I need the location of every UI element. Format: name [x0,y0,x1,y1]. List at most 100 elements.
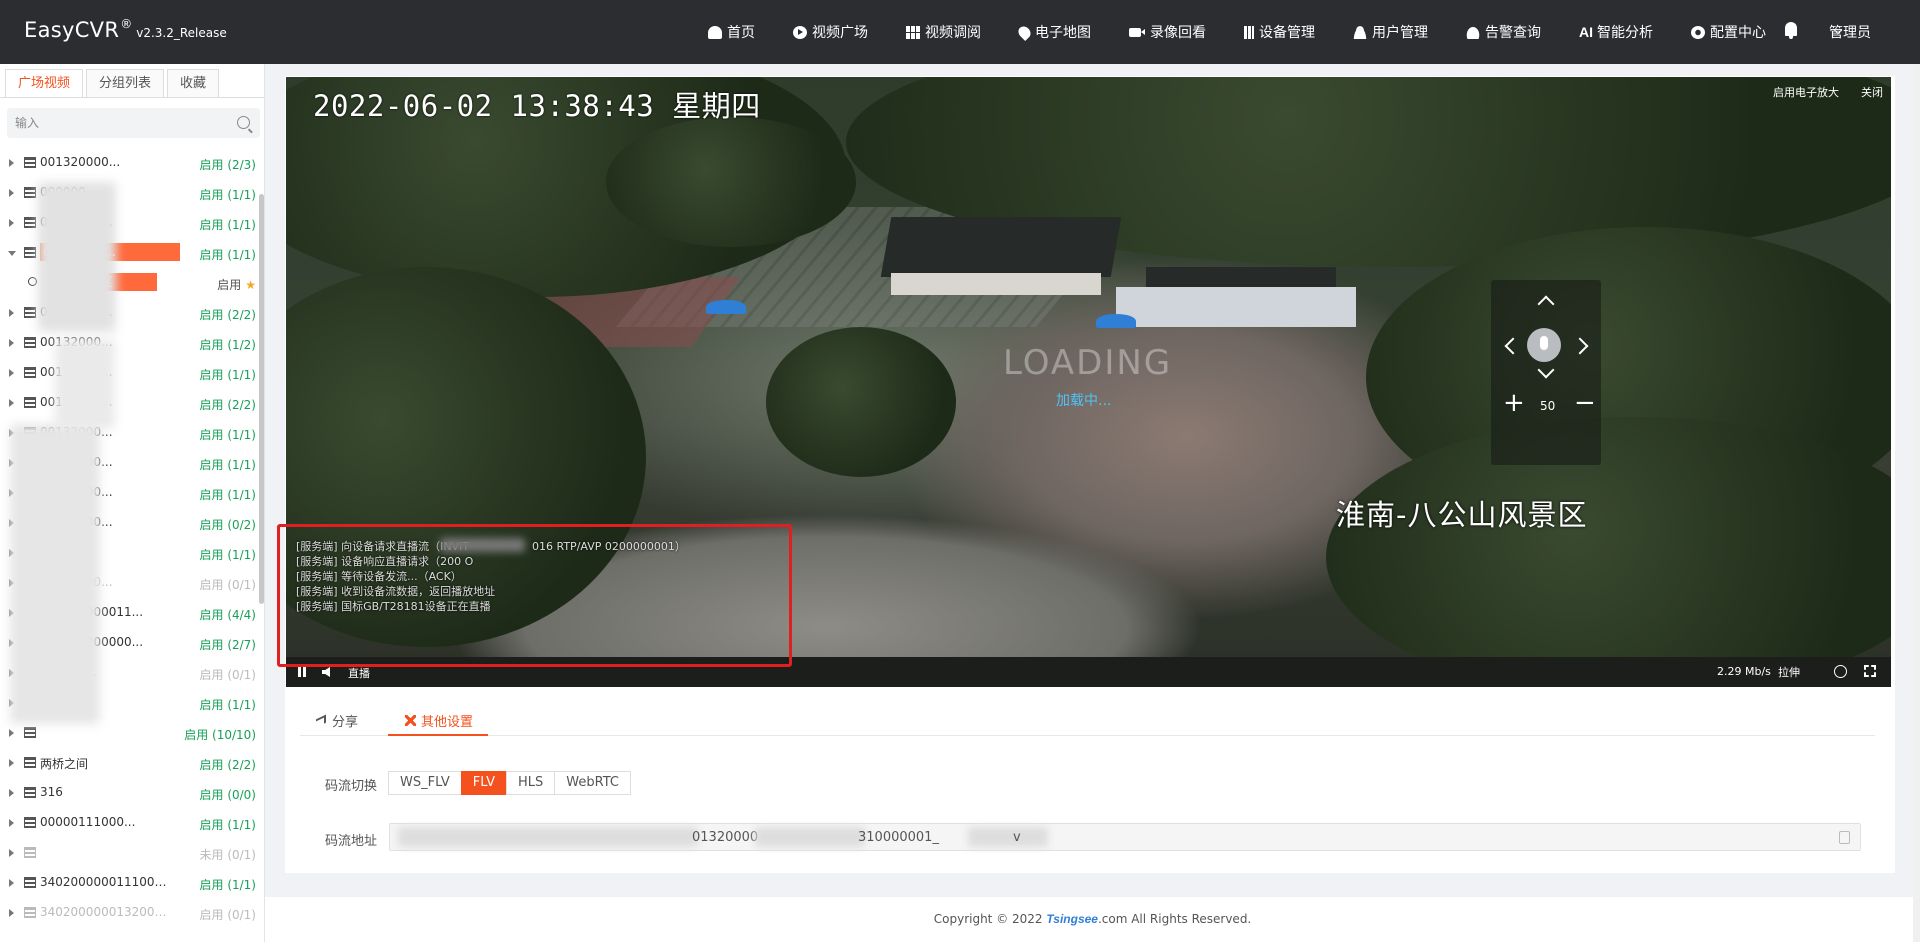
caret-right-icon[interactable] [9,759,14,767]
tree-item-status-text: 启用 (1/2) [199,338,257,352]
caret-right-icon[interactable] [9,729,14,737]
nav-video-view[interactable]: 视频调阅 [906,22,981,42]
nav-playback[interactable]: 录像回看 [1129,22,1206,42]
nav-device[interactable]: 设备管理 [1244,22,1315,42]
nav-user[interactable]: 用户管理 [1353,22,1428,42]
caret-right-icon[interactable] [9,219,14,227]
stream-url-field[interactable]: 01320000 310000001_ v [389,823,1861,851]
tree-item-label: 001320000... [40,155,121,169]
tab-group-list[interactable]: 分组列表 [86,69,165,98]
tree-device-item[interactable]: 00132000...启用 (1/2) [0,328,260,358]
close-button[interactable]: 关闭 [1861,84,1883,100]
page-scrollbar[interactable] [1913,64,1920,942]
tab-share[interactable]: 分享 [316,711,358,730]
tree-device-item[interactable]: 001320000... 启用 (2/3) [0,148,260,178]
user-menu[interactable]: 管理员 [1829,22,1871,42]
caret-right-icon[interactable] [9,819,14,827]
tree-device-item[interactable]: 3402000000132000... 启用 (0/1) [0,898,260,928]
tree-item-status: 启用 (4/4) [200,606,257,623]
ptz-up-button[interactable] [1537,295,1555,313]
pause-icon[interactable] [298,667,306,677]
caret-right-icon[interactable] [9,399,14,407]
tree-device-item[interactable]: 未用 (0/1) [0,838,260,868]
caret-right-icon[interactable] [9,909,14,917]
nav-playback-label: 录像回看 [1150,25,1206,41]
footer-brand-link[interactable]: Tsingsee [1046,912,1098,926]
tree-item-status-text: 启用 (1/1) [199,878,257,892]
microphone-icon[interactable] [1527,328,1561,362]
tree-device-item[interactable]: 316 启用 (0/0) [0,778,260,808]
brand-logo[interactable]: EasyCVR ® v2.3.2_Release [24,17,227,42]
tree-item-status: 启用 (0/1) [200,576,257,593]
enable-zoom-button[interactable]: 启用电子放大 [1773,84,1839,100]
tree-item-status-text: 启用 (0/1) [199,578,257,592]
tree-device-item[interactable]: 3402000000111000... 启用 (1/1) [0,868,260,898]
device-icon [24,367,36,378]
caret-right-icon[interactable] [9,369,14,377]
tree-item-status: 启用 (0/0) [200,786,257,803]
nav-map-label: 电子地图 [1035,25,1091,41]
tree-item-status-text: 启用 (2/7) [199,638,257,652]
ai-icon: AI [1579,24,1593,40]
osd-timestamp: 2022-06-02 13:38:43 星期四 [313,89,761,123]
loading-text: 加载中... [1056,393,1112,409]
caret-right-icon[interactable] [9,159,14,167]
stream-option-hls[interactable]: HLS [505,771,556,795]
tree-item-status: 启用 (1/1) [200,216,257,233]
footer-suffix: .com All Rights Reserved. [1097,912,1252,926]
caret-right-icon[interactable] [9,849,14,857]
caret-right-icon[interactable] [9,339,14,347]
tree-item-status-text: 启用 (1/1) [199,818,257,832]
caret-right-icon[interactable] [9,189,14,197]
tab-favorites[interactable]: 收藏 [167,69,220,98]
star-icon[interactable]: ★ [245,278,256,292]
tree-device-item[interactable]: 00000111000... 启用 (1/1) [0,808,260,838]
caret-right-icon[interactable] [9,309,14,317]
settings-tabs: 分享 其他设置 [300,704,1875,736]
caret-right-icon[interactable] [9,789,14,797]
stream-option-flv[interactable]: FLV [460,771,507,795]
gear-icon [1691,25,1705,39]
tree-item-status-text: 启用 (0/0) [199,788,257,802]
fullscreen-icon[interactable] [1864,665,1876,677]
video-camera-icon [1129,27,1145,37]
top-navbar: EasyCVR ® v2.3.2_Release 首页 视频广场 视频调阅 电子… [0,0,1920,64]
tree-item-status-text: 启用 (1/1) [199,548,257,562]
zoom-in-button[interactable]: + [1503,390,1525,416]
nav-ai[interactable]: AI 智能分析 [1579,22,1653,42]
tree-item-status: 未用 (0/1) [200,846,257,863]
tab-other-settings[interactable]: 其他设置 [405,711,473,730]
ptz-right-button[interactable] [1571,337,1589,355]
copy-icon[interactable] [1839,831,1850,844]
mute-icon[interactable] [322,667,330,677]
tree-device-item[interactable]: 两桥之间 启用 (2/2) [0,748,260,778]
nav-alarm[interactable]: 告警查询 [1466,22,1541,42]
ptz-left-button[interactable] [1504,337,1522,355]
device-icon [24,217,36,228]
tree-device-item[interactable]: 00132000...启用 (2/2) [0,388,260,418]
search-icon[interactable] [237,116,250,129]
stretch-button[interactable]: 拉伸 [1778,664,1800,680]
search-input[interactable] [7,108,227,138]
device-icon [24,907,36,918]
nav-map[interactable]: 电子地图 [1016,22,1091,42]
stream-option-webrtc[interactable]: WebRTC [554,771,631,795]
privacy-mosaic [55,339,115,429]
device-icon [24,757,36,768]
tab-square-video[interactable]: 广场视频 [5,69,84,98]
tree-item-status: 启用 ★ [217,276,256,293]
stream-option-ws-flv[interactable]: WS_FLV [388,771,462,795]
nav-home[interactable]: 首页 [708,22,755,42]
ptz-panel: + 50 − [1491,280,1601,465]
bell-icon[interactable] [1783,22,1799,40]
nav-config[interactable]: 配置中心 [1691,22,1766,42]
home-icon [708,25,722,39]
caret-right-icon[interactable] [9,879,14,887]
caret-down-icon[interactable] [8,251,16,256]
sidebar-scrollbar[interactable] [259,194,264,604]
snapshot-icon[interactable] [1834,665,1847,678]
nav-video-square[interactable]: 视频广场 [793,22,868,42]
tree-device-item[interactable]: 00132000...启用 (1/1) [0,358,260,388]
ptz-down-button[interactable] [1537,361,1555,379]
zoom-out-button[interactable]: − [1574,390,1596,416]
